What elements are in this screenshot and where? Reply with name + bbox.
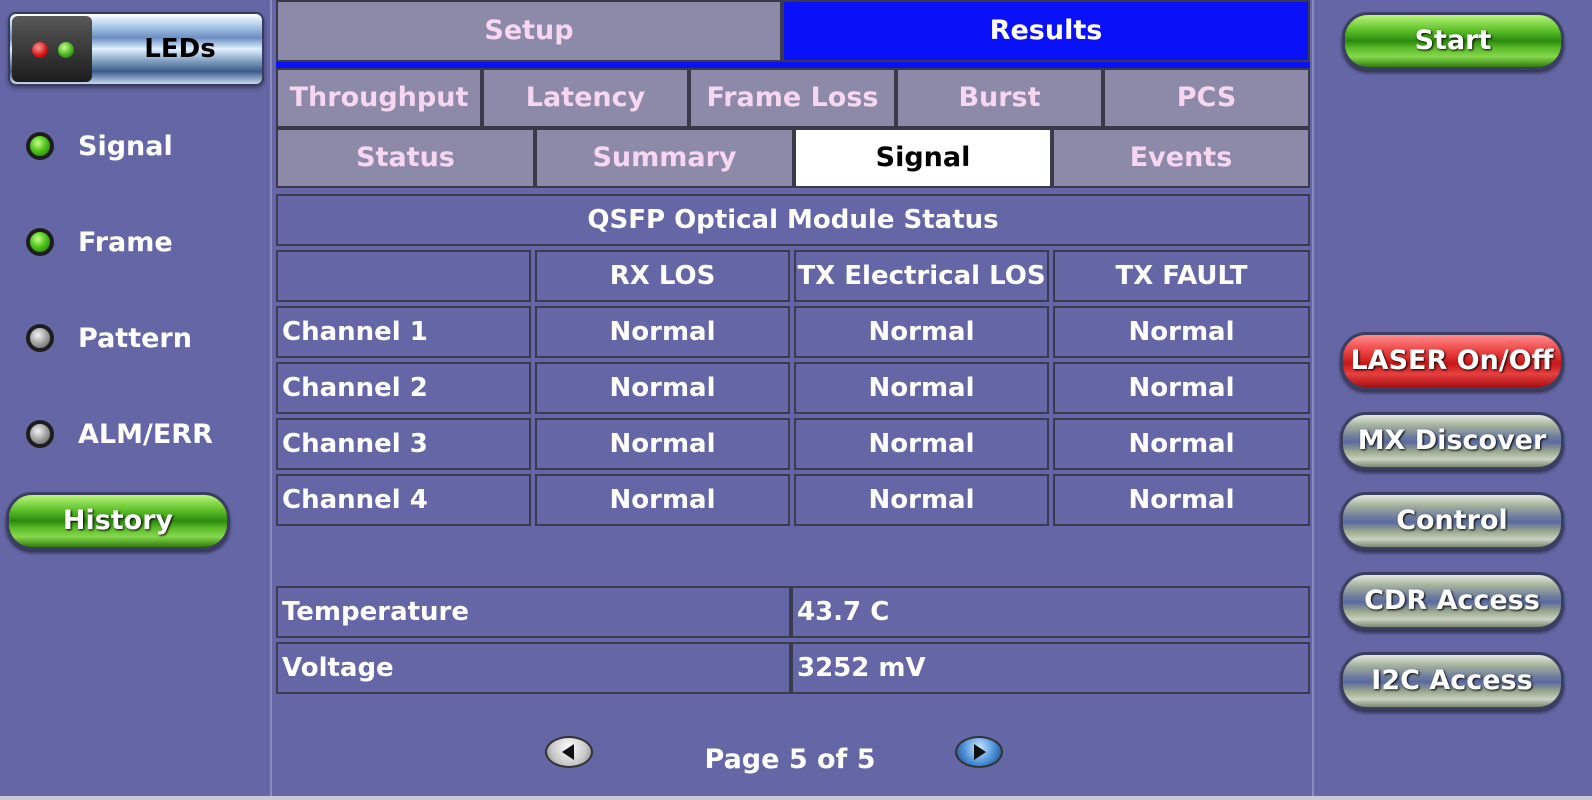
tab-results[interactable]: Results xyxy=(782,0,1310,62)
signal-led-icon xyxy=(26,132,54,160)
alm-err-led-icon xyxy=(26,420,54,448)
tab-events[interactable]: Events xyxy=(1052,128,1310,188)
temperature-label: Temperature xyxy=(276,586,791,638)
previous-page-button[interactable] xyxy=(545,736,593,768)
led-indicator-icon xyxy=(12,16,92,82)
start-button[interactable]: Start xyxy=(1342,12,1564,70)
table-row-label: Channel 1 xyxy=(276,306,531,358)
control-button[interactable]: Control xyxy=(1340,492,1564,550)
page-indicator: Page 5 of 5 xyxy=(704,744,876,775)
tab-latency[interactable]: Latency xyxy=(482,68,689,128)
table-row-label: Channel 4 xyxy=(276,474,531,526)
voltage-value: 3252 mV xyxy=(791,642,1310,694)
table-cell: Normal xyxy=(535,362,790,414)
table-cell: Normal xyxy=(794,418,1049,470)
tab-frame-loss[interactable]: Frame Loss xyxy=(689,68,896,128)
led-frame: Frame xyxy=(26,222,173,262)
voltage-label: Voltage xyxy=(276,642,791,694)
led-pattern: Pattern xyxy=(26,318,192,358)
mx-discover-button[interactable]: MX Discover xyxy=(1340,412,1564,470)
tab-setup[interactable]: Setup xyxy=(276,0,782,62)
led-label-signal: Signal xyxy=(78,130,173,162)
leds-title: LEDs xyxy=(144,34,216,64)
table-cell: Normal xyxy=(535,474,790,526)
table-cell: Normal xyxy=(1053,306,1310,358)
table-header-tx-fault: TX FAULT xyxy=(1053,250,1310,302)
i2c-access-button[interactable]: I2C Access xyxy=(1340,652,1564,710)
table-row-label: Channel 2 xyxy=(276,362,531,414)
red-led-icon xyxy=(32,42,48,58)
table-header-rx-los: RX LOS xyxy=(535,250,790,302)
cdr-access-button[interactable]: CDR Access xyxy=(1340,572,1564,630)
table-header-tx-electrical-los: TX Electrical LOS xyxy=(794,250,1049,302)
tab-throughput[interactable]: Throughput xyxy=(276,68,482,128)
table-cell: Normal xyxy=(1053,418,1310,470)
tab-summary[interactable]: Summary xyxy=(535,128,794,188)
table-cell: Normal xyxy=(794,362,1049,414)
led-label-frame: Frame xyxy=(78,226,173,258)
table-cell: Normal xyxy=(794,306,1049,358)
history-button[interactable]: History xyxy=(6,492,230,550)
tab-burst[interactable]: Burst xyxy=(896,68,1103,128)
table-cell: Normal xyxy=(794,474,1049,526)
next-page-button[interactable] xyxy=(955,736,1003,768)
frame-led-icon xyxy=(26,228,54,256)
table-cell: Normal xyxy=(535,418,790,470)
green-led-icon xyxy=(58,42,74,58)
arrow-left-icon xyxy=(562,744,574,760)
bottom-border xyxy=(0,796,1592,800)
table-title: QSFP Optical Module Status xyxy=(276,194,1310,246)
leds-panel-header: LEDs xyxy=(8,12,264,86)
pattern-led-icon xyxy=(26,324,54,352)
tab-signal[interactable]: Signal xyxy=(794,128,1052,188)
arrow-right-icon xyxy=(974,744,986,760)
tab-status[interactable]: Status xyxy=(276,128,535,188)
led-alm-err: ALM/ERR xyxy=(26,414,213,454)
led-signal: Signal xyxy=(26,126,173,166)
table-cell: Normal xyxy=(535,306,790,358)
table-header-empty xyxy=(276,250,531,302)
left-panel xyxy=(0,0,272,800)
temperature-value: 43.7 C xyxy=(791,586,1310,638)
table-cell: Normal xyxy=(1053,362,1310,414)
table-cell: Normal xyxy=(1053,474,1310,526)
led-label-pattern: Pattern xyxy=(78,322,192,354)
laser-toggle-button[interactable]: LASER On/Off xyxy=(1340,332,1564,390)
tab-pcs[interactable]: PCS xyxy=(1103,68,1310,128)
led-label-alm-err: ALM/ERR xyxy=(78,418,213,450)
table-row-label: Channel 3 xyxy=(276,418,531,470)
